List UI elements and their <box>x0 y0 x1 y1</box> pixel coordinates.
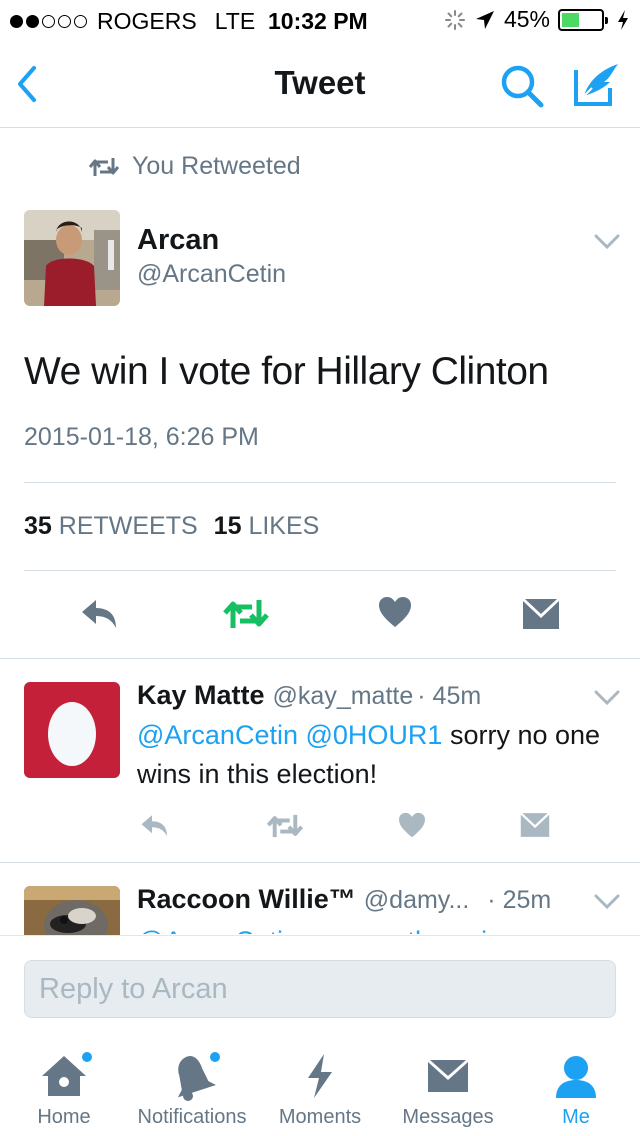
navigation-bar: Tweet <box>0 40 640 128</box>
reply-text-partial: @ArcanCetin can you throw in a <box>137 918 607 934</box>
mention-link[interactable]: @ArcanCetin <box>137 720 298 750</box>
home-icon <box>36 1048 92 1104</box>
tab-messages[interactable]: Messages <box>384 1040 512 1136</box>
back-chevron-icon[interactable] <box>12 62 42 106</box>
status-right: 45% <box>444 6 630 33</box>
tab-home-label: Home <box>37 1106 91 1128</box>
status-time: 10:32 PM <box>268 8 368 34</box>
reply-options-chevron-icon[interactable] <box>594 894 620 910</box>
network-type: LTE <box>214 8 256 34</box>
home-notification-dot <box>82 1052 92 1062</box>
egg-avatar-icon <box>48 702 96 766</box>
reply-icon[interactable] <box>80 596 120 630</box>
tab-moments-label: Moments <box>278 1106 362 1128</box>
tweet-stats: 35 RETWEETS 15 LIKES <box>24 512 319 541</box>
status-bar: ROGERS LTE 10:32 PM 45% <box>0 0 640 40</box>
reply-icon[interactable] <box>140 812 170 838</box>
avatar-photo <box>24 210 120 306</box>
reply-input[interactable]: Reply to Arcan <box>24 960 616 1018</box>
divider <box>24 482 616 483</box>
like-heart-icon[interactable] <box>398 812 426 838</box>
retweet-icon[interactable] <box>222 598 270 630</box>
location-arrow-icon <box>475 10 494 29</box>
author-handle[interactable]: @ArcanCetin <box>137 260 286 289</box>
reply-author-handle[interactable]: @kay_matte <box>273 682 414 711</box>
tweet-options-chevron-icon[interactable] <box>594 234 620 250</box>
reply-header: Kay Matte @kay_matte · 45m <box>137 680 481 711</box>
tab-messages-label: Messages <box>402 1106 494 1128</box>
search-icon[interactable] <box>498 62 546 110</box>
tab-me-label: Me <box>562 1106 590 1128</box>
activity-spinner-icon <box>444 9 465 30</box>
likes-stat[interactable]: 15 LIKES <box>214 512 320 541</box>
tab-bar: Home Notifications Moments Messages Me <box>0 1040 640 1136</box>
tweet-text: We win I vote for Hillary Clinton <box>24 350 549 393</box>
bell-icon <box>164 1048 220 1104</box>
tweet-timestamp: 2015-01-18, 6:26 PM <box>24 423 259 451</box>
status-left: ROGERS LTE <box>10 8 255 35</box>
compose-tweet-icon[interactable] <box>570 58 622 110</box>
charging-bolt-icon <box>618 9 628 30</box>
battery-level <box>562 12 580 27</box>
reply-text: @ArcanCetin @0HOUR1 sorry no one wins in… <box>137 720 601 789</box>
reply-time: · 25m <box>487 886 552 914</box>
reply-avatar[interactable] <box>24 886 120 935</box>
reply-author-name[interactable]: Kay Matte <box>137 680 265 711</box>
tab-notifications[interactable]: Notifications <box>128 1040 256 1136</box>
reply-author-handle[interactable]: @damy... <box>364 886 470 915</box>
notifications-dot <box>210 1052 220 1062</box>
retweet-icon[interactable] <box>266 813 304 839</box>
divider <box>24 570 616 571</box>
author-name[interactable]: Arcan <box>137 224 219 257</box>
direct-message-icon[interactable] <box>522 598 560 630</box>
battery-percent: 45% <box>503 6 550 32</box>
battery-icon <box>558 8 608 31</box>
retweet-small-icon <box>88 157 120 176</box>
reply-options-chevron-icon[interactable] <box>594 690 620 706</box>
tab-moments[interactable]: Moments <box>256 1040 384 1136</box>
tab-home[interactable]: Home <box>0 1040 128 1136</box>
tab-notifications-label: Notifications <box>137 1106 247 1128</box>
envelope-icon <box>420 1048 476 1104</box>
tab-me[interactable]: Me <box>512 1040 640 1136</box>
retweet-indicator: You Retweeted <box>88 152 301 181</box>
divider <box>0 658 640 659</box>
reply-author-name[interactable]: Raccoon Willie™ <box>137 884 356 915</box>
signal-strength-icon <box>10 15 87 28</box>
divider <box>0 862 640 863</box>
retweets-stat[interactable]: 35 RETWEETS <box>24 512 198 541</box>
reply-avatar[interactable] <box>24 682 120 778</box>
reply-time: · 45m <box>417 682 482 710</box>
person-icon <box>548 1048 604 1104</box>
lightning-icon <box>292 1048 348 1104</box>
raccoon-avatar-photo <box>24 886 120 935</box>
retweet-note: You Retweeted <box>132 152 301 180</box>
like-heart-icon[interactable] <box>378 596 412 628</box>
carrier-name: ROGERS <box>97 8 197 34</box>
direct-message-icon[interactable] <box>520 812 550 838</box>
mention-link[interactable]: @0HOUR1 <box>306 720 443 750</box>
reply-header: Raccoon Willie™ @damy... · 25m <box>137 884 551 915</box>
author-avatar[interactable] <box>24 210 120 306</box>
